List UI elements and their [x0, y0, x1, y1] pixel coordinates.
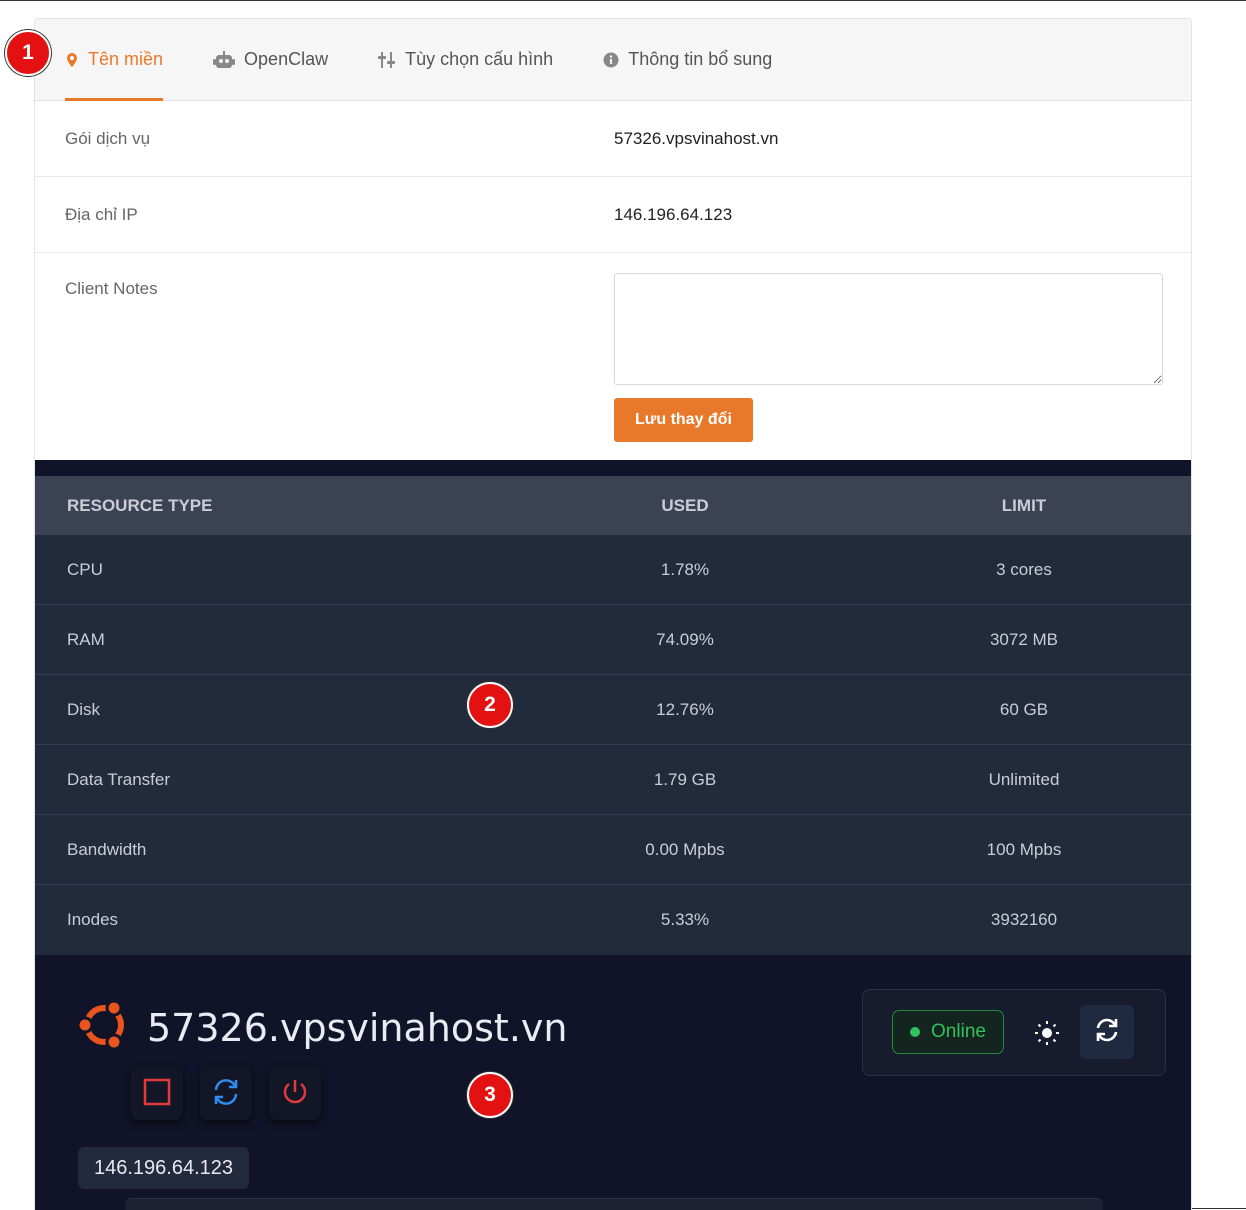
right-edge-line [1192, 1208, 1246, 1209]
stop-icon [143, 1078, 171, 1111]
resource-type: RAM [67, 629, 105, 649]
resource-table-header: RESOURCE TYPE USED LIMIT [35, 476, 1191, 535]
vps-hostname: 57326.vpsvinahost.vn [147, 1005, 568, 1050]
client-notes-row: Client Notes Lưu thay đổi [35, 253, 1191, 462]
vps-controls [131, 1068, 338, 1120]
restart-icon [211, 1077, 241, 1112]
theme-toggle-sun-icon[interactable] [1033, 1019, 1061, 1052]
annotation-marker-3: 3 [467, 1072, 513, 1118]
status-badge: Online [892, 1010, 1004, 1054]
status-panel: Online [862, 989, 1166, 1076]
map-pin-icon [65, 52, 79, 68]
top-border [0, 0, 1246, 1]
tab-config-options[interactable]: Tùy chọn cấu hình [378, 19, 553, 100]
service-value: 57326.vpsvinahost.vn [614, 128, 779, 148]
resource-type: Data Transfer [67, 769, 170, 789]
service-panel: Tên miền OpenClaw Tùy chọn cấu hình Thôn… [34, 18, 1192, 1210]
annotation-marker-1: 1 [5, 30, 51, 76]
ip-row: Địa chỉ IP 146.196.64.123 [35, 177, 1191, 253]
client-notes-label: Client Notes [65, 279, 158, 298]
stop-button[interactable] [131, 1068, 183, 1120]
header-resource-type: RESOURCE TYPE [67, 495, 213, 515]
restart-button[interactable] [200, 1068, 252, 1120]
resource-used: 12.76% [656, 699, 714, 719]
header-used: USED [661, 495, 709, 515]
header-limit: LIMIT [1001, 495, 1047, 515]
tab-bar: Tên miền OpenClaw Tùy chọn cấu hình Thôn… [35, 19, 1191, 101]
service-row: Gói dịch vụ 57326.vpsvinahost.vn [35, 101, 1191, 177]
table-row: Inodes 5.33% 3932160 [35, 885, 1191, 955]
refresh-button[interactable] [1080, 1005, 1134, 1059]
online-dot-icon [910, 1027, 921, 1037]
power-icon [280, 1077, 310, 1112]
resource-limit: 100 Mpbs [986, 839, 1062, 859]
table-row: RAM 74.09% 3072 MB [35, 605, 1191, 675]
resource-type: Disk [67, 699, 101, 719]
table-row: Bandwidth 0.00 Mpbs 100 Mpbs [35, 815, 1191, 885]
resource-used: 0.00 Mpbs [645, 839, 725, 859]
vps-dark-section: RESOURCE TYPE USED LIMIT CPU 1.78% 3 cor… [35, 460, 1191, 1210]
console-tabs-bar [125, 1198, 1103, 1210]
resource-used: 1.79 GB [653, 769, 717, 789]
robot-icon [213, 50, 236, 69]
ubuntu-logo-icon [76, 998, 131, 1057]
table-row: Disk 12.76% 60 GB [35, 675, 1191, 745]
resource-type: CPU [67, 559, 103, 579]
info-icon [603, 52, 619, 68]
tab-additional-info-label: Thông tin bổ sung [628, 49, 773, 69]
resource-used: 74.09% [656, 629, 714, 649]
client-notes-input[interactable] [614, 273, 1163, 385]
vps-header: 57326.vpsvinahost.vn [76, 998, 568, 1057]
resource-type: Inodes [67, 910, 119, 929]
tab-domain[interactable]: Tên miền [65, 19, 164, 101]
service-label: Gói dịch vụ [65, 128, 151, 148]
resource-type: Bandwidth [67, 839, 147, 859]
refresh-icon [1094, 1017, 1120, 1048]
client-notes-column: Lưu thay đổi [614, 273, 1163, 462]
resource-used: 1.78% [660, 559, 710, 579]
tab-openclaw[interactable]: OpenClaw [213, 19, 328, 100]
tab-domain-label: Tên miền [88, 49, 164, 69]
resource-table: RESOURCE TYPE USED LIMIT CPU 1.78% 3 cor… [35, 476, 1191, 955]
tab-openclaw-label: OpenClaw [244, 49, 329, 69]
tab-additional-info[interactable]: Thông tin bổ sung [603, 19, 772, 100]
vps-ip-chip: 146.196.64.123 [78, 1147, 250, 1189]
sliders-icon [378, 51, 396, 69]
resource-limit: 3932160 [990, 910, 1058, 929]
resource-used: 5.33% [660, 910, 710, 929]
status-text: Online [931, 1021, 986, 1042]
tab-config-options-label: Tùy chọn cấu hình [405, 49, 554, 69]
resource-limit: 3072 MB [989, 629, 1059, 649]
save-changes-button[interactable]: Lưu thay đổi [614, 398, 753, 442]
annotation-marker-2: 2 [467, 682, 513, 728]
resource-limit: 3 cores [996, 559, 1052, 579]
resource-limit: Unlimited [988, 769, 1060, 789]
resource-limit: 60 GB [999, 699, 1049, 719]
power-button[interactable] [269, 1068, 321, 1120]
ip-label: Địa chỉ IP [65, 204, 138, 224]
table-row: CPU 1.78% 3 cores [35, 535, 1191, 605]
ip-value: 146.196.64.123 [614, 204, 733, 224]
table-row: Data Transfer 1.79 GB Unlimited [35, 745, 1191, 815]
